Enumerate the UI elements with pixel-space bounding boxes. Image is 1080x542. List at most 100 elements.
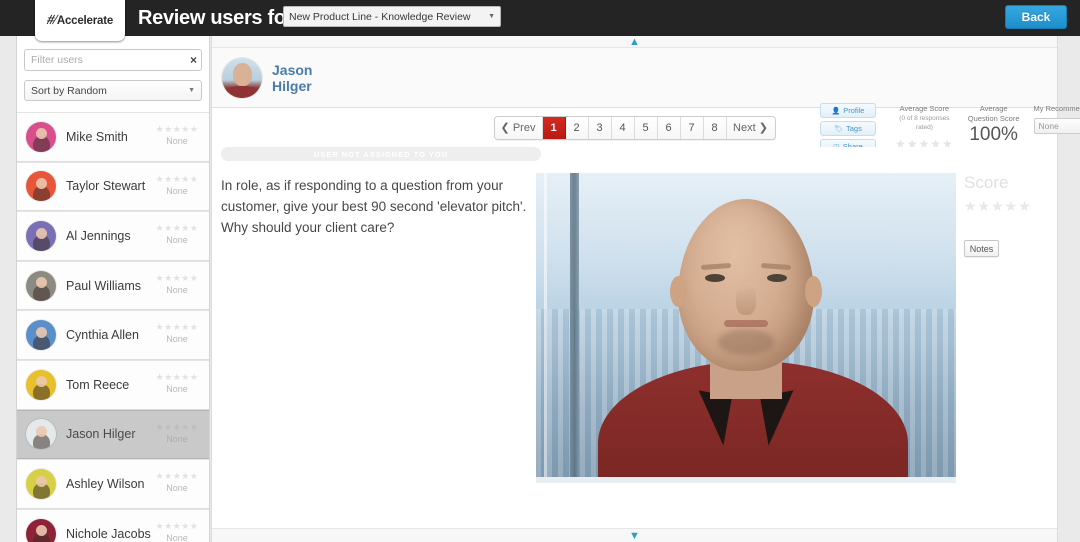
app-logo[interactable]: #/ Accelerate xyxy=(35,0,125,41)
avatar xyxy=(26,419,56,450)
avatar xyxy=(26,518,56,542)
filter-users-input[interactable] xyxy=(24,49,202,71)
main-panel: ▲ Jason Hilger 👤Profile🏷Tags◰Share Avera… xyxy=(211,36,1080,542)
course-select[interactable]: New Product Line - Knowledge Review ▼ xyxy=(283,6,501,27)
person-nose xyxy=(736,285,756,315)
score-title: Score xyxy=(964,173,1009,192)
page-button-7[interactable]: 7 xyxy=(680,116,704,139)
list-item-rating: ★★★★★ None xyxy=(153,372,201,394)
collapse-top-button[interactable]: ▲ xyxy=(212,36,1057,48)
sort-select[interactable]: Sort by Random ▼ xyxy=(24,80,202,101)
top-bar: #/ Accelerate Review users for New Produ… xyxy=(0,0,1080,41)
list-item[interactable]: Cynthia Allen ★★★★★ None xyxy=(17,310,209,360)
sort-select-value: Sort by Random xyxy=(31,84,107,97)
rating-value: None xyxy=(166,136,188,146)
next-page-button[interactable]: Next ❯ xyxy=(726,116,775,139)
notes-button[interactable]: Notes xyxy=(964,240,999,257)
avg-question-label-1: Average xyxy=(979,104,1008,113)
metric-average-score: Average Score (0 of 8 responses rated) ★… xyxy=(888,104,961,151)
chevron-up-icon: ▲ xyxy=(629,35,640,48)
pagination: ❮ Prev 1 2 3 4 5 6 7 8 Next ❯ xyxy=(493,115,776,140)
filter-users-wrap: × xyxy=(24,49,202,71)
list-item[interactable]: Ashley Wilson ★★★★★ None xyxy=(17,459,209,509)
page-button-8[interactable]: 8 xyxy=(703,116,727,139)
profile-button-label: Profile xyxy=(843,106,865,115)
rating-stars: ★★★★★ xyxy=(155,173,199,184)
average-score-label: Average Score xyxy=(899,104,950,113)
avatar-head xyxy=(232,63,252,87)
metric-average-question-score: Average Question Score 100% xyxy=(961,104,1027,146)
avatar xyxy=(26,369,56,400)
response-body: USER NOT ASSIGNED TO YOU In role, as if … xyxy=(212,147,1057,528)
window-frame-edge xyxy=(544,173,547,483)
profile-last-name: Hilger xyxy=(272,77,312,94)
chevron-down-icon: ▼ xyxy=(629,529,640,542)
profile-name[interactable]: Jason Hilger xyxy=(272,62,312,94)
recommendation-select[interactable]: None ▼ xyxy=(1033,117,1080,134)
page-button-4[interactable]: 4 xyxy=(611,116,635,139)
avatar xyxy=(26,171,56,202)
logo-inner: #/ Accelerate xyxy=(45,12,114,29)
video-response-frame[interactable] xyxy=(536,173,956,483)
list-item[interactable]: Taylor Stewart ★★★★★ None xyxy=(17,161,209,212)
logo-mark-icon: #/ xyxy=(45,12,57,28)
person-mouth xyxy=(724,320,768,327)
rating-stars: ★★★★★ xyxy=(155,272,199,283)
avatar xyxy=(26,468,56,499)
tag-icon: 🏷 xyxy=(834,125,844,133)
page-button-5[interactable]: 5 xyxy=(634,116,658,139)
list-item-label: Mike Smith xyxy=(66,129,128,144)
rating-value: None xyxy=(166,284,188,295)
rating-value: None xyxy=(166,185,188,196)
window-mullion xyxy=(570,173,579,483)
list-item[interactable]: Mike Smith ★★★★★ None xyxy=(17,112,209,162)
profile-button[interactable]: 👤 Profile xyxy=(820,103,876,118)
page-button-3[interactable]: 3 xyxy=(588,116,612,139)
logo-wordmark: Accelerate xyxy=(56,14,114,27)
page-button-6[interactable]: 6 xyxy=(657,116,681,139)
list-item-label: Cynthia Allen xyxy=(66,328,139,343)
list-item-label: Al Jennings xyxy=(66,228,131,243)
chevron-down-icon: ▼ xyxy=(488,13,495,20)
prev-page-button[interactable]: ❮ Prev xyxy=(494,116,543,139)
list-item-rating: ★★★★★ None xyxy=(153,273,201,295)
list-item[interactable]: Paul Williams ★★★★★ None xyxy=(17,260,209,311)
collapse-bottom-button[interactable]: ▼ xyxy=(212,528,1057,542)
score-panel: Score ★★★★★ Notes xyxy=(964,173,1044,257)
list-item-rating: ★★★★★ None xyxy=(153,124,201,146)
metric-my-recommendation: My Recommendation None ▼ xyxy=(1027,104,1080,134)
back-button[interactable]: Back xyxy=(1005,5,1067,29)
profile-first-name: Jason xyxy=(272,61,313,78)
tags-button[interactable]: 🏷 Tags xyxy=(820,121,876,136)
rating-value: None xyxy=(166,532,188,542)
question-text: In role, as if responding to a question … xyxy=(221,178,527,235)
page-button-2[interactable]: 2 xyxy=(565,116,589,139)
recommendation-value: None xyxy=(1038,120,1059,131)
left-gutter xyxy=(0,36,16,542)
user-list: Mike Smith ★★★★★ None Taylor Stewart ★★★★★ No… xyxy=(17,112,209,542)
list-item-rating: ★★★★★ None xyxy=(153,223,201,245)
list-item[interactable]: Jason Hilger ★★★★★ None xyxy=(17,409,209,460)
rating-stars: ★★★★★ xyxy=(155,421,199,432)
rating-value: None xyxy=(166,483,188,494)
list-item[interactable]: Nichole Jacobs ★★★★★ None xyxy=(17,508,209,542)
avatar xyxy=(26,270,56,301)
rating-value: None xyxy=(166,383,188,394)
avg-question-value: 100% xyxy=(969,124,1018,145)
chevron-down-icon: ▼ xyxy=(188,87,195,94)
person-eye-right xyxy=(767,274,787,282)
page-button-1[interactable]: 1 xyxy=(542,116,566,139)
list-item[interactable]: Al Jennings ★★★★★ None xyxy=(17,211,209,261)
assignment-banner-text: USER NOT ASSIGNED TO YOU xyxy=(313,149,449,159)
rating-stars: ★★★★★ xyxy=(155,471,199,482)
profile-avatar xyxy=(222,57,262,98)
list-item-label: Nichole Jacobs xyxy=(66,526,151,541)
score-stars[interactable]: ★★★★★ xyxy=(964,198,1044,215)
clear-filter-icon[interactable]: × xyxy=(190,52,197,68)
person-ear-right xyxy=(805,276,822,307)
person-chin-shadow xyxy=(718,329,774,355)
next-page-label: Next xyxy=(733,121,756,134)
avatar xyxy=(26,320,56,351)
rating-stars: ★★★★★ xyxy=(155,520,199,531)
list-item[interactable]: Tom Reece ★★★★★ None xyxy=(17,359,209,410)
